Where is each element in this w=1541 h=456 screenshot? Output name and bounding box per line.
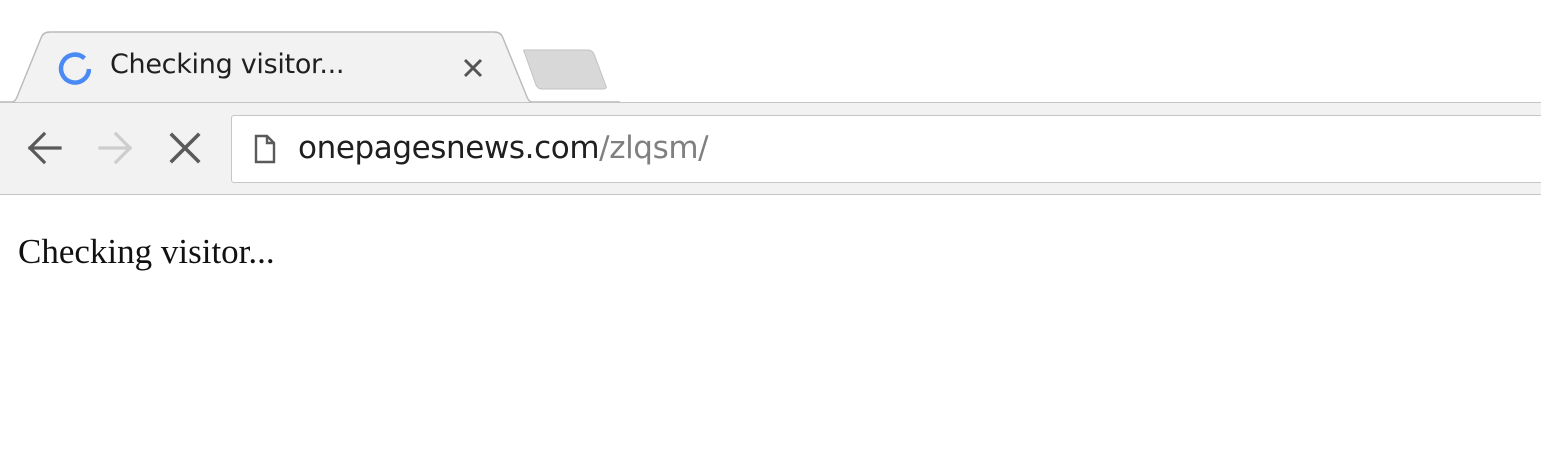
address-bar[interactable]: onepagesnews.com/zlqsm/ [231, 115, 1541, 183]
forward-button[interactable] [92, 125, 138, 171]
close-icon [463, 58, 483, 78]
new-tab-button[interactable] [522, 48, 608, 90]
loading-spinner-icon [58, 52, 92, 85]
tab-strip: Checking visitor... [0, 0, 1541, 103]
arrow-right-icon [98, 131, 133, 165]
stop-loading-button[interactable] [162, 125, 208, 171]
back-button[interactable] [22, 125, 68, 171]
url-text[interactable]: onepagesnews.com/zlqsm/ [298, 130, 709, 166]
page-content: Checking visitor... [0, 196, 1541, 456]
tab-title: Checking visitor... [110, 49, 345, 80]
close-icon [169, 132, 201, 164]
tab-close-button[interactable] [459, 54, 487, 82]
browser-toolbar: onepagesnews.com/zlqsm/ [0, 102, 1541, 195]
url-path: /zlqsm/ [599, 130, 709, 166]
page-message: Checking visitor... [18, 232, 275, 271]
document-icon [254, 134, 276, 164]
arrow-left-icon [27, 131, 62, 165]
url-host: onepagesnews.com [298, 130, 600, 166]
